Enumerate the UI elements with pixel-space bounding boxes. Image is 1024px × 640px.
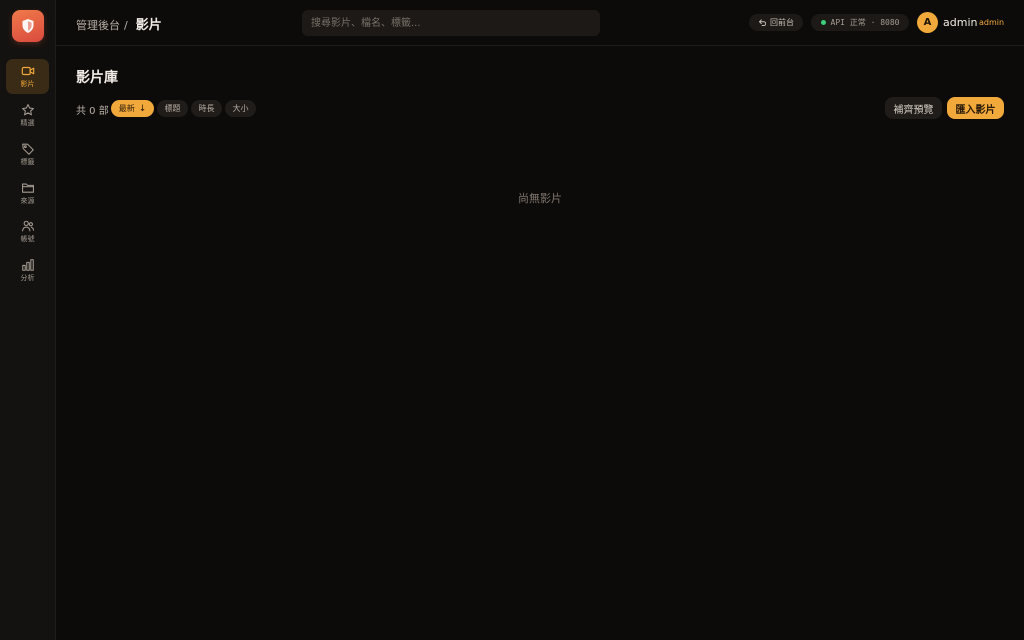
folder-icon — [21, 183, 34, 193]
sidebar-item-tags[interactable]: 標籤 — [6, 137, 49, 172]
avatar[interactable]: A — [917, 12, 938, 33]
breadcrumb-parent[interactable]: 管理後台 — [76, 17, 120, 33]
sidebar-item-analytics[interactable]: 分析 — [6, 253, 49, 288]
video-icon — [21, 66, 34, 76]
shield-icon — [22, 19, 34, 33]
api-status-text: API 正常 · 8080 — [830, 18, 900, 27]
sort-chip-title[interactable]: 標題 — [157, 100, 188, 117]
top-bar: 管理後台 / 影片 回前台 API 正常 · 8080 A admin admi… — [56, 0, 1024, 46]
search-input[interactable] — [302, 10, 600, 36]
breadcrumb-separator: / — [124, 19, 128, 32]
back-label: 回前台 — [770, 18, 794, 27]
user-role-badge: admin — [979, 18, 1005, 27]
empty-state-message: 尚無影片 — [518, 192, 562, 205]
sort-chip-newest[interactable]: 最新 ↓ — [111, 100, 154, 117]
sidebar-item-label: 分析 — [20, 274, 35, 282]
sidebar-item-label: 標籤 — [20, 158, 35, 166]
sidebar-item-label: 來源 — [20, 197, 35, 205]
sort-chip-label: 時長 — [198, 104, 215, 113]
sidebar-item-label: 精選 — [20, 119, 35, 127]
bar-chart-icon — [21, 259, 34, 271]
breadcrumb: 管理後台 / 影片 — [76, 14, 162, 33]
sidebar-item-label: 帳號 — [20, 235, 35, 243]
api-status-badge: API 正常 · 8080 — [811, 14, 909, 31]
sidebar-item-accounts[interactable]: 帳號 — [6, 214, 49, 249]
sidebar-item-featured[interactable]: 精選 — [6, 98, 49, 133]
sidebar-item-videos[interactable]: 影片 — [6, 59, 49, 94]
arrow-down-icon: ↓ — [138, 103, 147, 114]
status-dot-icon — [820, 20, 826, 25]
user-name[interactable]: admin — [943, 16, 977, 29]
sort-chip-label: 標題 — [164, 104, 181, 113]
sidebar-item-sources[interactable]: 來源 — [6, 176, 49, 211]
page-heading: 影片 — [135, 18, 162, 33]
sort-chip-label: 大小 — [232, 104, 249, 113]
admin-app: 影片 精選 標籤 來源 帳號 分析 管理後台 / 影片 搜尋影片、檔名、標籤..… — [0, 0, 1024, 640]
sidebar-item-label: 影片 — [20, 80, 35, 88]
return-arrow-icon — [759, 19, 767, 26]
star-icon — [21, 104, 34, 116]
users-icon — [21, 220, 34, 232]
page-title: 影片庫 — [76, 70, 118, 86]
back-to-frontend-button[interactable]: 回前台 — [749, 14, 803, 31]
app-logo[interactable] — [12, 10, 44, 42]
tag-icon — [21, 143, 34, 155]
import-videos-button[interactable]: 匯入影片 — [947, 97, 1004, 119]
sidebar: 影片 精選 標籤 來源 帳號 分析 — [0, 0, 56, 640]
sort-chip-label: 最新 — [118, 104, 135, 113]
video-count: 共 0 部 — [76, 106, 109, 117]
sort-chip-duration[interactable]: 時長 — [191, 100, 222, 117]
sort-chip-size[interactable]: 大小 — [225, 100, 256, 117]
fill-previews-button[interactable]: 補齊預覽 — [885, 97, 942, 119]
